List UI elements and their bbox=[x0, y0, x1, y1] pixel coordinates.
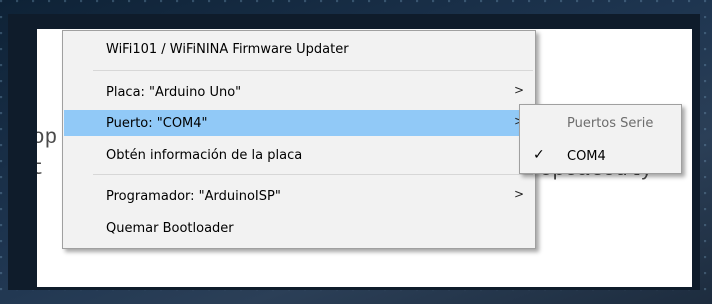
menu-item-port[interactable]: Puerto: "COM4" > bbox=[64, 110, 534, 136]
code-fragment: op bbox=[37, 127, 58, 150]
chevron-right-icon: > bbox=[513, 187, 524, 201]
menu-item-programmer[interactable]: Programador: "ArduinoISP" > bbox=[64, 183, 534, 209]
menu-item-board-info[interactable]: Obtén información de la placa bbox=[64, 142, 534, 168]
menu-item-label: Placa: "Arduino Uno" bbox=[106, 85, 242, 100]
submenu-item-com4[interactable]: ✓ COM4 bbox=[521, 143, 680, 169]
menu-item-label: WiFi101 / WiFiNINA Firmware Updater bbox=[106, 42, 349, 57]
check-icon: ✓ bbox=[533, 147, 545, 163]
menu-item-firmware-updater[interactable]: WiFi101 / WiFiNINA Firmware Updater bbox=[64, 36, 534, 62]
menu-item-board[interactable]: Placa: "Arduino Uno" > bbox=[64, 79, 534, 105]
menu-item-burn-bootloader[interactable]: Quemar Bootloader bbox=[64, 215, 534, 241]
port-submenu: Puertos Serie ✓ COM4 bbox=[519, 104, 682, 174]
code-fragment: t bbox=[37, 158, 44, 181]
menu-item-label: Obtén información de la placa bbox=[106, 148, 303, 163]
menu-separator bbox=[93, 174, 533, 175]
chevron-right-icon: > bbox=[513, 83, 524, 97]
submenu-header: Puertos Serie bbox=[567, 116, 654, 131]
menu-item-label: Programador: "ArduinoISP" bbox=[106, 189, 281, 204]
menu-separator bbox=[93, 70, 533, 71]
tools-menu: WiFi101 / WiFiNINA Firmware Updater Plac… bbox=[62, 30, 536, 249]
menu-item-label: Quemar Bootloader bbox=[106, 221, 234, 236]
submenu-item-label: COM4 bbox=[567, 149, 606, 164]
menu-item-label: Puerto: "COM4" bbox=[106, 116, 208, 131]
